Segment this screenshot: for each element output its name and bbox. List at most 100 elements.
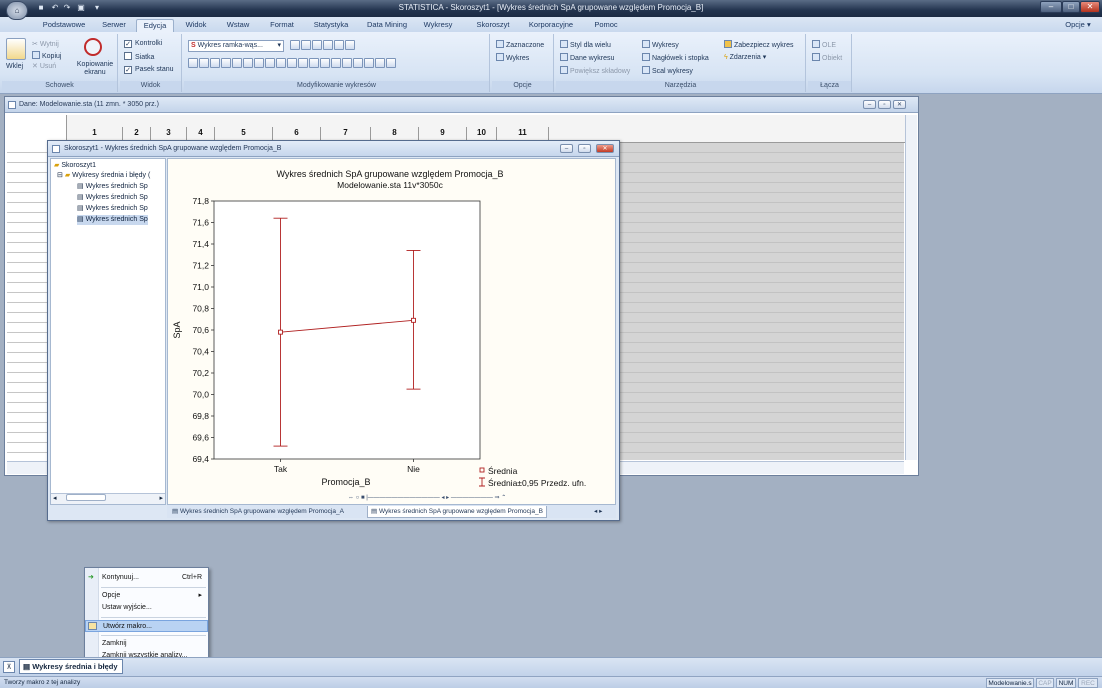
tab-widok[interactable]: Widok [180, 19, 212, 32]
data-restore-button[interactable]: ▫ [878, 100, 891, 109]
edit-graph-icon[interactable] [345, 40, 355, 50]
header-footer-button[interactable]: Nagłówek i stopka [642, 53, 709, 64]
export-icon[interactable] [364, 58, 374, 68]
zoom-comp-button[interactable]: Powiększ składowy [560, 66, 630, 77]
tab-statystyka[interactable]: Statystyka [310, 19, 352, 32]
tree-item[interactable]: ▤ Wykres średnich Sp [77, 193, 148, 203]
axis-icon[interactable] [334, 40, 344, 50]
graphs-button[interactable]: Wykresy [642, 40, 679, 51]
ungroup-icon[interactable] [386, 58, 396, 68]
corner-cell [7, 115, 67, 143]
rectangle-icon[interactable] [287, 58, 297, 68]
controls-checkbox[interactable]: ✓ Kontrolki [124, 39, 162, 49]
taskbar-analysis-button[interactable]: ▤ Wykresy średnia i błędy [19, 659, 123, 674]
tab-skoroszyt[interactable]: Skoroszyt [470, 19, 516, 32]
application-button[interactable]: ⌂ [6, 1, 28, 20]
chart-zoom-slider[interactable]: ⇔ ○ ■ |———————————— ◂ ▸ ——————— ⇒ ⌃ [348, 494, 614, 503]
copy-button[interactable]: Kopiuj [32, 51, 61, 62]
zoom-rect-icon[interactable] [210, 58, 220, 68]
multi-style-button[interactable]: Styl dla wielu [560, 40, 611, 51]
line-icon[interactable] [309, 58, 319, 68]
y-tick-label: 70,4 [192, 347, 209, 357]
means-chart[interactable]: Wykres średnich SpA grupowane względem P… [168, 159, 615, 504]
tree-item[interactable]: ▤ Wykres średnich Sp [77, 204, 148, 214]
tab-pomoc[interactable]: Pomoc [590, 19, 622, 32]
image-icon[interactable] [353, 58, 363, 68]
ribbon: Wklej ✂ Wytnij Kopiuj ✕ Usuń Kopiowanie … [0, 32, 1102, 94]
group-icon[interactable] [375, 58, 385, 68]
vertical-scrollbar[interactable] [905, 115, 917, 460]
tree-scrollbar[interactable]: ◂ ▸ [51, 493, 165, 504]
group-label: Schowek [2, 81, 117, 91]
arrow-icon[interactable] [320, 58, 330, 68]
tab-format[interactable]: Format [264, 19, 300, 32]
ellipse-icon[interactable] [298, 58, 308, 68]
tab-wstaw[interactable]: Wstaw [222, 19, 254, 32]
check-icon[interactable] [342, 58, 352, 68]
merge-button[interactable]: Scal wykresy [642, 66, 693, 77]
graph-data-label: Dane wykresu [570, 55, 615, 62]
close-button[interactable]: ✕ [1080, 1, 1100, 13]
graph-data-button[interactable]: Dane wykresu [560, 53, 614, 64]
ole-button[interactable]: OLE [812, 40, 836, 51]
data-close-button[interactable]: ✕ [893, 100, 906, 109]
minimize-button[interactable]: – [1040, 1, 1062, 13]
screen-copy-icon[interactable] [84, 38, 102, 56]
paste-icon[interactable] [6, 38, 26, 60]
workbook-restore-button[interactable]: ▫ [578, 144, 591, 153]
screen-copy-button[interactable]: Kopiowanie ekranu [74, 61, 116, 77]
workbook-close-button[interactable]: ✕ [596, 144, 614, 153]
events-button[interactable]: ϟ Zdarzenia ▾ [724, 53, 766, 63]
menu-item-continue[interactable]: ➜ Kontynuuj... Ctrl+R [85, 572, 208, 584]
text-icon[interactable] [276, 58, 286, 68]
layout-icon[interactable] [323, 40, 333, 50]
statusbar-checkbox[interactable]: ✓ Pasek stanu [124, 65, 174, 75]
tab-edycja[interactable]: Edycja [136, 19, 174, 32]
grid-checkbox[interactable]: Siatka [124, 52, 154, 63]
graph-options-icon[interactable] [312, 40, 322, 50]
ole-label: OLE [822, 42, 837, 49]
tree-item[interactable]: ▤ Wykres średnich Sp [77, 182, 148, 192]
delete-button[interactable]: ✕ Usuń [32, 62, 56, 72]
menu-item-close[interactable]: Zamknij [85, 638, 208, 650]
font-smaller-icon[interactable] [254, 58, 264, 68]
paste-button[interactable]: Wklej [6, 62, 23, 72]
tab-data-mining[interactable]: Data Mining [362, 19, 412, 32]
pan-icon[interactable] [301, 40, 311, 50]
maximize-button[interactable]: □ [1062, 1, 1080, 13]
move-icon[interactable] [232, 58, 242, 68]
protect-button[interactable]: Zabezpiecz wykres [724, 40, 794, 51]
workbook-minimize-button[interactable]: – [560, 144, 573, 153]
graph-type-combo[interactable]: S Wykres ramka-wąs... ▾ [188, 40, 284, 52]
zoom-fit-icon[interactable] [221, 58, 231, 68]
object-button[interactable]: Obiekt [812, 53, 842, 64]
options-menu[interactable]: Opcje ▾ [1058, 19, 1098, 32]
tab-serwer[interactable]: Serwer [98, 19, 130, 32]
brush-icon[interactable] [265, 58, 275, 68]
tab-scroll-buttons[interactable]: ◂ ▸ [591, 506, 605, 518]
zoom-icon[interactable] [290, 40, 300, 50]
data-minimize-button[interactable]: – [863, 100, 876, 109]
tab-podstawowe[interactable]: Podstawowe [38, 19, 90, 32]
group-label: Łącza [808, 81, 851, 91]
menu-item-create-macro[interactable]: Utwórz makro... [85, 620, 208, 632]
font-larger-icon[interactable] [243, 58, 253, 68]
tab-korporacyjne[interactable]: Korporacyjne [524, 19, 578, 32]
tree-folder[interactable]: ⊟ ▰ Wykresy średnia i błędy ( [57, 171, 150, 181]
tree-item-selected[interactable]: ▤ Wykres średnich Sp [77, 215, 148, 225]
workbook-tab[interactable]: ▤ Wykres średnich SpA grupowane względem… [169, 506, 347, 518]
tab-wykresy[interactable]: Wykresy [420, 19, 456, 32]
workbook-tab-active[interactable]: ▤ Wykres średnich SpA grupowane względem… [367, 506, 547, 518]
freehand-icon[interactable] [331, 58, 341, 68]
menu-item-set-output[interactable]: Ustaw wyjście... [85, 602, 208, 614]
graph-options-button[interactable]: Wykres [496, 53, 529, 64]
cut-button[interactable]: ✂ Wytnij [32, 40, 59, 50]
zoom-out-icon[interactable] [199, 58, 209, 68]
menu-item-options[interactable]: Opcje ▸ [85, 590, 208, 602]
analysis-menu-icon[interactable]: ⊼ [3, 661, 15, 673]
tree-root[interactable]: ▰ Skoroszyt1 [54, 161, 96, 171]
graph-icon: ▤ [77, 205, 84, 212]
selected-button[interactable]: Zaznaczone [496, 40, 544, 51]
zoom-in-icon[interactable] [188, 58, 198, 68]
mean-point [278, 329, 283, 335]
